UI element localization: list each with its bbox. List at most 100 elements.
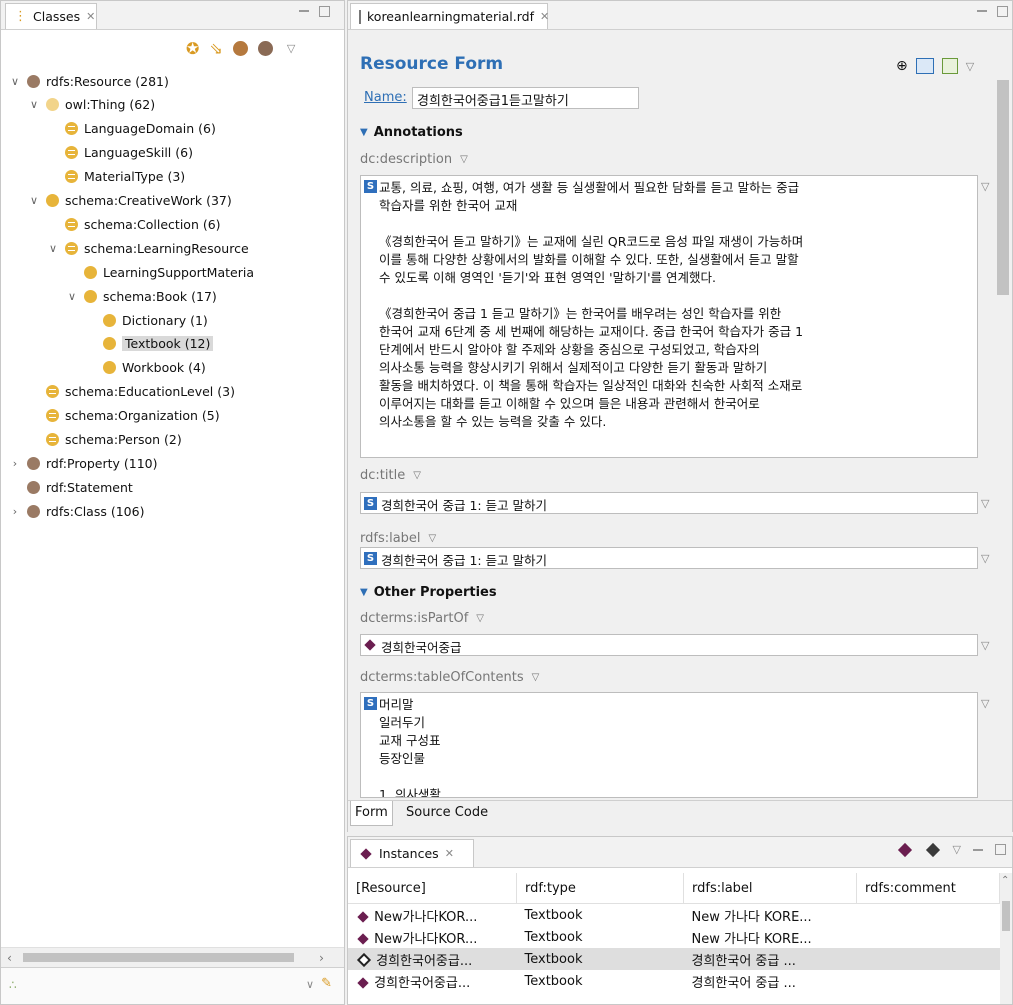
rdfs-label-label[interactable]: rdfs:label ▽ [360, 531, 436, 546]
maximize-icon[interactable] [997, 6, 1008, 17]
rdfs-label-field[interactable]: S 경희한국어 중급 1: 듣고 말하기 [360, 547, 978, 569]
column-header-rdfs-label[interactable]: rdfs:label [683, 873, 857, 904]
tree-item[interactable]: schema:EducationLevel (3) [28, 382, 235, 402]
description-label[interactable]: dc:description ▽ [360, 152, 468, 167]
instances-vertical-scrollbar[interactable]: ⌃ [1000, 873, 1012, 1004]
tab-rdf-file[interactable]: koreanlearningmaterial.rdf ✕ [350, 3, 549, 29]
tree-item[interactable]: MaterialType (3) [47, 167, 185, 187]
create-sibling-class-icon[interactable]: ⇘ [209, 39, 222, 58]
minimize-icon[interactable] [977, 10, 987, 15]
tab-form[interactable]: Form [350, 801, 393, 826]
maximize-icon[interactable] [995, 844, 1006, 855]
scrollbar-thumb[interactable] [997, 80, 1009, 295]
chevron-down-icon[interactable]: ∨ [306, 978, 314, 991]
tree-item[interactable]: ∨ rdfs:Resource (281) [9, 71, 169, 91]
tree-item[interactable]: Dictionary (1) [85, 310, 208, 330]
scroll-up-icon[interactable]: ⌃ [1001, 875, 1009, 886]
collapse-icon[interactable]: ▼ [360, 127, 368, 138]
grid-layout-icon[interactable] [941, 58, 958, 74]
name-field[interactable]: 경희한국어중급1듣고말하기 [412, 87, 639, 109]
table-row[interactable]: New가나다KOR... Textbook New 가나다 KORE... [348, 904, 1000, 927]
title-field[interactable]: S 경희한국어 중급 1: 듣고 말하기 [360, 492, 978, 514]
add-property-icon[interactable]: ⊕ [896, 58, 908, 74]
scrollbar-thumb[interactable] [1002, 901, 1010, 931]
annotations-section-header[interactable]: ▼ Annotations [360, 125, 463, 140]
collapse-icon[interactable]: ▼ [360, 587, 368, 598]
chevron-down-icon[interactable]: ∨ [28, 98, 40, 111]
tree-item[interactable]: schema:Collection (6) [47, 214, 221, 234]
table-row[interactable]: 경희한국어중급... Textbook 경희한국어 중급 ... [348, 970, 1000, 992]
tree-item[interactable]: ∨ schema:CreativeWork (37) [28, 191, 232, 211]
column-header-resource[interactable]: [Resource] [348, 873, 517, 904]
toc-label[interactable]: dcterms:tableOfContents ▽ [360, 670, 539, 685]
tree-item[interactable]: Workbook (4) [85, 358, 206, 378]
tree-item[interactable]: ∨ owl:Thing (62) [28, 95, 155, 115]
table-row[interactable]: 경희한국어중급... Textbook 경희한국어 중급 ... [348, 948, 1000, 970]
chevron-down-icon[interactable]: ▽ [532, 672, 540, 683]
chevron-down-icon[interactable]: ▽ [981, 697, 989, 710]
toc-field[interactable]: S 머리말 일러두기 교재 구성표 등장인물 1. 의사생활 [360, 692, 978, 798]
chevron-down-icon[interactable]: ∨ [28, 194, 40, 207]
chevron-down-icon[interactable]: ▽ [413, 470, 421, 481]
chevron-down-icon[interactable]: ▽ [981, 639, 989, 652]
close-icon[interactable]: ✕ [86, 10, 95, 23]
close-icon[interactable]: ✕ [540, 10, 549, 23]
chevron-down-icon[interactable]: ∨ [66, 290, 78, 303]
tree-item[interactable]: LearningSupportMateria [66, 262, 254, 282]
classes-view: ⋮ Classes ✕ ✪ ⇘ ▽ ∨ rdfs:Resource (281) ∨ o… [0, 0, 345, 1005]
tab-source-code[interactable]: Source Code [402, 801, 492, 825]
tab-instances[interactable]: Instances ✕ [350, 839, 474, 867]
horizontal-layout-icon[interactable] [915, 58, 934, 74]
delete-instance-icon[interactable] [925, 842, 940, 857]
tree-item[interactable]: schema:Organization (5) [28, 406, 220, 426]
chevron-down-icon[interactable]: ▽ [981, 497, 989, 510]
grid-icon[interactable]: ∴ [9, 978, 17, 992]
delete-class-icon[interactable] [232, 41, 248, 56]
tree-item[interactable]: LanguageSkill (6) [47, 143, 193, 163]
create-instance-icon[interactable] [897, 842, 912, 857]
chevron-down-icon[interactable]: ▽ [287, 42, 295, 55]
scrollbar-thumb[interactable] [23, 953, 294, 962]
tree-item[interactable]: › rdf:Property (110) [9, 453, 158, 473]
chevron-down-icon[interactable]: ▽ [981, 552, 989, 565]
column-header-rdf-type[interactable]: rdf:type [516, 873, 684, 904]
description-field[interactable]: S 교통, 의료, 쇼핑, 여행, 여가 생활 등 실생활에서 필요한 담화를 … [360, 175, 978, 458]
close-icon[interactable]: ✕ [445, 847, 454, 860]
tree-item[interactable]: ∨ schema:LearningResource [47, 238, 249, 258]
ispartof-label[interactable]: dcterms:isPartOf ▽ [360, 611, 484, 626]
tree-item[interactable]: schema:Person (2) [28, 430, 182, 450]
class-icon [46, 194, 59, 207]
create-subclass-icon[interactable]: ✪ [186, 39, 199, 58]
chevron-right-icon[interactable]: › [9, 457, 21, 470]
scroll-left-icon[interactable]: ‹ [7, 950, 12, 965]
tree-item[interactable]: ∨ schema:Book (17) [66, 286, 217, 306]
scroll-right-icon[interactable]: › [319, 950, 324, 965]
chevron-down-icon[interactable]: ▽ [429, 533, 437, 544]
other-properties-section-header[interactable]: ▼ Other Properties [360, 585, 497, 600]
pencil-icon[interactable]: ✎ [321, 976, 332, 991]
chevron-right-icon[interactable]: › [9, 505, 21, 518]
horizontal-scrollbar[interactable]: ‹ › [1, 947, 344, 968]
chevron-down-icon[interactable]: ▽ [981, 180, 989, 193]
ispartof-field[interactable]: 경희한국어중급 [360, 634, 978, 656]
chevron-down-icon[interactable]: ▽ [476, 613, 484, 624]
class-filter-icon[interactable] [257, 41, 273, 56]
tree-item[interactable]: rdf:Statement [9, 477, 133, 497]
tab-classes[interactable]: ⋮ Classes ✕ [5, 3, 97, 29]
name-label[interactable]: Name: [364, 90, 407, 105]
column-header-rdfs-comment[interactable]: rdfs:comment [856, 873, 1000, 904]
tree-item[interactable]: LanguageDomain (6) [47, 119, 216, 139]
tree-item[interactable]: › rdfs:Class (106) [9, 501, 145, 521]
table-row[interactable]: New가나다KOR... Textbook New 가나다 KORE... [348, 926, 1000, 948]
chevron-down-icon[interactable]: ▽ [966, 60, 974, 73]
chevron-down-icon[interactable]: ▽ [460, 154, 468, 165]
maximize-icon[interactable] [319, 6, 330, 17]
minimize-icon[interactable] [299, 10, 309, 15]
minimize-icon[interactable] [973, 849, 983, 854]
title-label[interactable]: dc:title ▽ [360, 468, 421, 483]
chevron-down-icon[interactable]: ∨ [9, 75, 21, 88]
editor-vertical-scrollbar[interactable] [994, 30, 1012, 800]
chevron-down-icon[interactable]: ▽ [953, 843, 961, 856]
chevron-down-icon[interactable]: ∨ [47, 242, 59, 255]
tree-item[interactable]: Textbook (12) [85, 334, 214, 354]
